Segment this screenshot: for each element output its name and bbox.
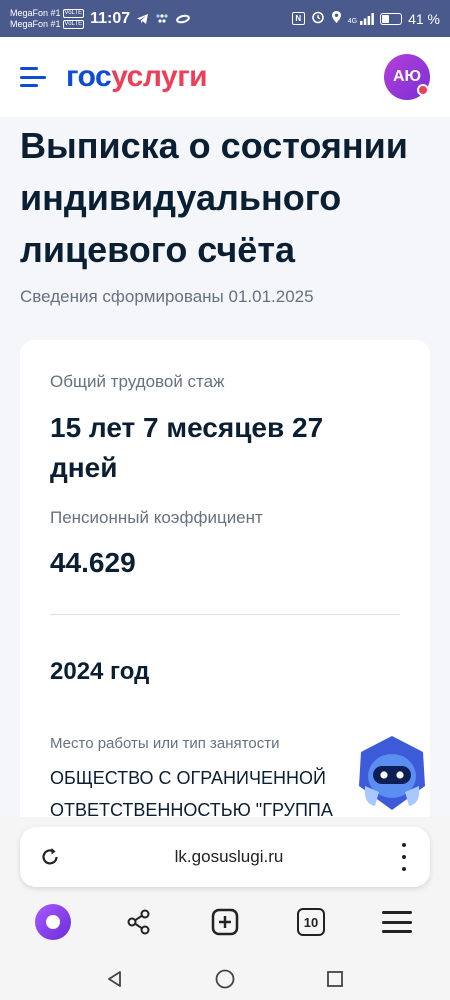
employment-label: Место работы или тип занятости (50, 735, 280, 752)
tabs-button[interactable]: 10 (291, 902, 331, 942)
url-text[interactable]: lk.gosuslugi.ru (64, 847, 394, 867)
nfc-icon: N (291, 12, 305, 25)
recents-icon (327, 970, 343, 987)
tabs-icon: 10 (297, 908, 325, 936)
ring-icon (175, 14, 191, 24)
experience-label: Общий трудовой стаж (50, 372, 225, 391)
divider (50, 614, 400, 615)
status-bar: MegaFon #1 VoLTE MegaFon #1 VoLTE 11:07 N … (0, 0, 450, 37)
new-tab-icon (211, 908, 239, 936)
avatar[interactable]: АЮ (384, 54, 430, 100)
carrier-1: MegaFon #1 (10, 7, 61, 18)
android-navigation (0, 957, 450, 1000)
main-content: Выписка о состоянии индивидуального лице… (0, 117, 450, 817)
carrier-info: MegaFon #1 VoLTE MegaFon #1 VoLTE (10, 7, 85, 30)
telegram-icon (136, 13, 149, 25)
gosuslugi-logo[interactable]: госуслуги (66, 60, 208, 94)
signal-icon: 4G (347, 12, 374, 25)
menu-dots-icon[interactable] (394, 843, 414, 871)
app-notification-icon (155, 13, 169, 25)
browser-chrome: lk.gosuslugi.ru 10 (0, 817, 450, 1000)
year-heading: 2024 год (50, 658, 150, 685)
new-tab-button[interactable] (205, 902, 245, 942)
share-icon (127, 909, 150, 935)
battery-percent: 41 % (408, 10, 440, 27)
back-button[interactable] (100, 964, 130, 994)
volte-badge: VoLTE (62, 8, 85, 18)
robot-assistant-icon[interactable] (355, 734, 429, 814)
address-bar[interactable]: lk.gosuslugi.ru (20, 827, 430, 887)
refresh-icon[interactable] (36, 843, 64, 871)
coefficient-value: 44.629 (50, 547, 136, 578)
home-button[interactable] (210, 964, 240, 994)
network-type: 4G (347, 17, 358, 25)
notification-dot (417, 84, 429, 96)
volte-badge: VoLTE (62, 19, 85, 29)
alice-button[interactable] (33, 902, 73, 942)
recents-button[interactable] (320, 964, 350, 994)
home-icon (215, 969, 235, 988)
employment-value: ОБЩЕСТВО С ОГРАНИЧЕННОЙ ОТВЕТСТВЕННОСТЬЮ… (50, 768, 333, 817)
page-subtitle: Сведения сформированы 01.01.2025 (20, 287, 314, 306)
app-header: госуслуги АЮ (0, 37, 450, 117)
alarm-icon (311, 10, 325, 27)
clock: 11:07 (90, 9, 131, 27)
browser-menu-button[interactable] (377, 902, 417, 942)
alice-icon (35, 904, 71, 940)
coefficient-label: Пенсионный коэффициент (50, 508, 263, 527)
browser-toolbar: 10 (0, 902, 450, 942)
back-icon (108, 970, 121, 987)
location-icon (331, 10, 342, 27)
battery-icon (380, 12, 403, 25)
experience-value: 15 лет 7 месяцев 27 дней (50, 412, 324, 483)
avatar-initials: АЮ (392, 68, 422, 85)
menu-icon[interactable] (20, 67, 46, 87)
share-button[interactable] (119, 902, 159, 942)
page-title: Выписка о состоянии индивидуального лице… (20, 125, 408, 270)
hamburger-icon (382, 911, 412, 933)
carrier-2: MegaFon #1 (10, 18, 61, 29)
